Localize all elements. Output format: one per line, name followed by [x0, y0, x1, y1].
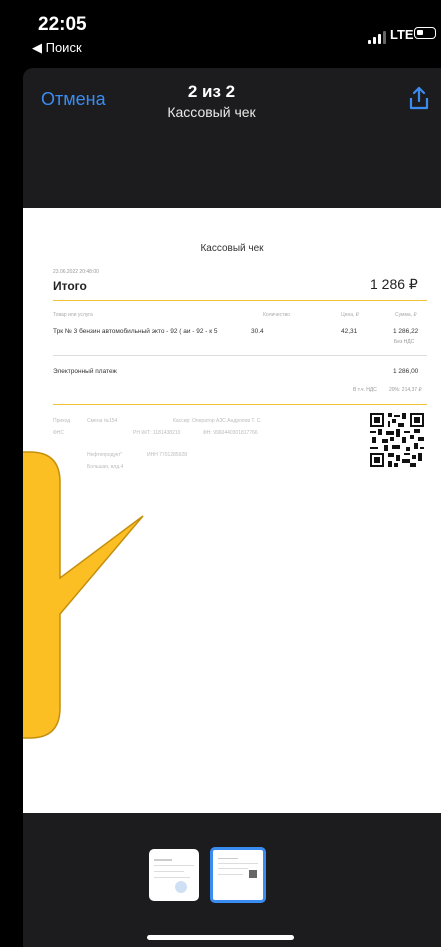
footer-text: РН ККТ: 1181438210 [133, 430, 181, 436]
column-price: Цена, ₽ [341, 312, 359, 318]
signal-icon [368, 30, 388, 44]
status-bar: 22:05 ◀ Поиск LTE [0, 0, 441, 60]
footer-text: ФНС [53, 430, 65, 436]
item-name: Трк № 3 бензин автомобильный экто - 92 (… [53, 328, 218, 335]
item-price: 42,31 [341, 328, 358, 335]
column-item: Товар или услуга [53, 312, 93, 318]
total-label: Итого [53, 279, 87, 293]
column-sum: Сумма, ₽ [395, 312, 417, 318]
status-time: 22:05 [38, 14, 87, 35]
receipt-date: 23.06.2022 20:48:00 [53, 269, 99, 275]
item-vat: Без НДС [394, 339, 415, 345]
thumbnail-strip [23, 813, 441, 947]
total-value: 1 286 ₽ [370, 276, 418, 292]
page-preview-icon [218, 858, 258, 878]
page-preview-icon [154, 859, 194, 893]
page-counter: 2 из 2 [187, 82, 236, 101]
network-type: LTE [390, 27, 414, 42]
thumbnail-page-2[interactable] [210, 847, 266, 903]
document-title: Кассовый чек [167, 104, 256, 120]
vat-label: В т.ч. НДС [353, 387, 377, 393]
vat-value: 20%: 214,37 ₽ [389, 387, 422, 393]
footer-text: Кассир: Оператор АЗС Андропов Т. С. [173, 418, 262, 424]
footer-text: Смена №154 [87, 418, 118, 424]
footer-text: ФН: 9960440301817766 [203, 430, 258, 436]
payment-label: Электронный платеж [53, 368, 117, 375]
divider [53, 404, 427, 405]
footer-text: Приход [53, 418, 71, 424]
divider [53, 355, 427, 356]
battery-icon [414, 27, 436, 39]
divider [53, 300, 427, 301]
share-icon[interactable] [407, 85, 431, 111]
back-to-search-link[interactable]: ◀ Поиск [32, 40, 82, 56]
document-viewer-sheet: Отмена 2 из 2 Кассовый чек Кассовый чек … [23, 68, 441, 947]
item-qty: 30.4 [251, 328, 264, 335]
thumbnail-page-1[interactable] [149, 849, 199, 901]
payment-value: 1 286,00 [393, 368, 419, 375]
speech-bubble-sticker [23, 451, 144, 739]
column-qty: Количество [263, 312, 290, 318]
home-indicator[interactable] [147, 935, 294, 940]
qr-code-icon [370, 413, 424, 467]
item-sum: 1 286,22 [393, 328, 419, 335]
receipt-title: Кассовый чек [200, 243, 264, 254]
